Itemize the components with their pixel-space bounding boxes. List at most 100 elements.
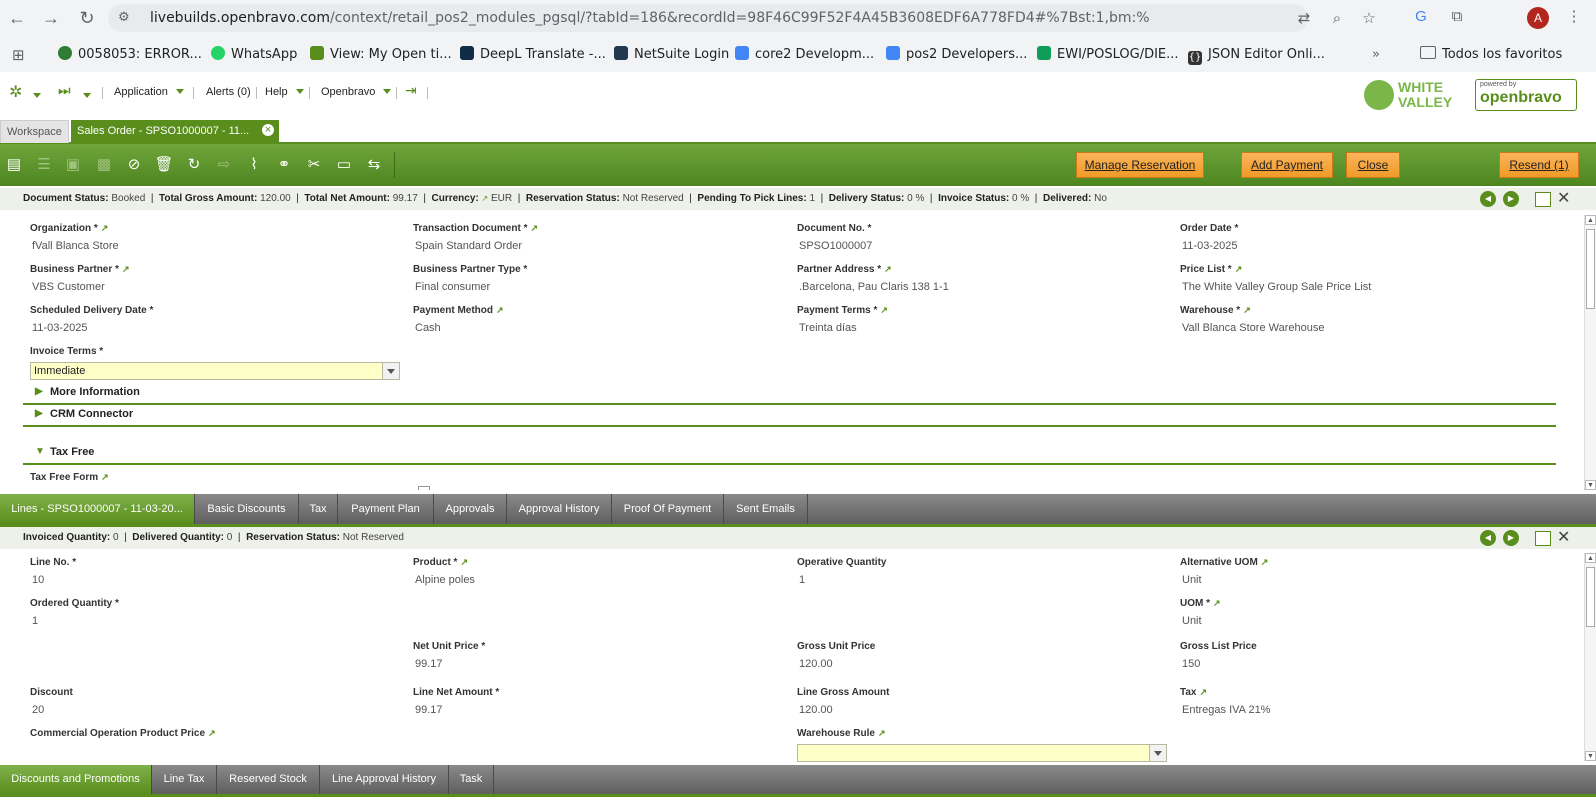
link-icon[interactable]: ↗ — [122, 264, 130, 274]
tax-field[interactable]: Entregas IVA 21% — [1182, 704, 1270, 716]
link-icon[interactable]: ↗ — [1235, 264, 1243, 274]
scroll-down-icon[interactable]: ▼ — [1585, 480, 1596, 490]
scroll-thumb[interactable] — [1586, 567, 1595, 627]
chevron-down-icon[interactable] — [382, 363, 399, 379]
profile-avatar[interactable]: A — [1527, 7, 1549, 29]
bookmark-item[interactable]: core2 Developm... — [735, 45, 874, 65]
extensions-icon[interactable]: ⧉ — [1446, 6, 1468, 28]
link-icon[interactable]: ↗ — [1261, 557, 1269, 567]
tab-reserved-stock[interactable]: Reserved Stock — [217, 765, 320, 794]
tab-sent-emails[interactable]: Sent Emails — [724, 494, 808, 524]
link-icon[interactable]: ↗ — [1213, 598, 1221, 608]
logout-icon[interactable]: ⇥ — [405, 82, 417, 99]
link-icon[interactable]: ↗ — [880, 305, 888, 315]
link-icon[interactable]: ↗ — [460, 557, 468, 567]
help-menu[interactable]: Help — [265, 86, 304, 98]
resend-button[interactable]: Resend (1) — [1499, 152, 1579, 178]
link-icon[interactable]: ↗ — [482, 194, 489, 203]
link-icon[interactable]: ↗ — [208, 728, 216, 738]
transaction-document-field[interactable]: Spain Standard Order — [415, 240, 522, 252]
all-bookmarks[interactable]: Todos los favoritos — [1442, 45, 1562, 65]
close-order-button[interactable]: Close — [1346, 152, 1400, 178]
scroll-up-icon[interactable]: ▲ — [1585, 553, 1596, 563]
previous-record-icon[interactable]: ◀ — [1480, 530, 1496, 546]
bookmark-item[interactable]: NetSuite Login — [614, 45, 729, 65]
star-icon[interactable]: ☆ — [1358, 7, 1380, 29]
recent-views-dropdown[interactable] — [83, 88, 91, 102]
new-document-icon[interactable]: ▤ — [3, 154, 25, 176]
print-icon[interactable]: ▭ — [333, 154, 355, 176]
next-record-icon[interactable]: ▶ — [1503, 530, 1519, 546]
tab-line-approval-history[interactable]: Line Approval History — [320, 765, 449, 794]
refresh-icon[interactable]: ↻ — [183, 154, 205, 176]
tab-line-tax[interactable]: Line Tax — [152, 765, 217, 794]
gross-list-price-field[interactable]: 150 — [1182, 658, 1200, 670]
tab-approval-history[interactable]: Approval History — [507, 494, 612, 524]
link-icon[interactable]: ↗ — [878, 728, 886, 738]
more-bookmarks-icon[interactable]: » — [1372, 45, 1380, 65]
bookmark-item[interactable]: pos2 Developers... — [886, 45, 1027, 65]
forward-icon[interactable]: → — [39, 6, 63, 30]
add-payment-button[interactable]: Add Payment — [1241, 152, 1333, 178]
new-row-icon[interactable]: ☰ — [33, 154, 55, 176]
link-icon[interactable]: ↗ — [496, 305, 504, 315]
bookmark-item[interactable]: EWI/POSLOG/DIE... — [1037, 45, 1179, 65]
scheduled-delivery-date-field[interactable]: 11-03-2025 — [32, 322, 87, 334]
tab-proof-of-payment[interactable]: Proof Of Payment — [612, 494, 724, 524]
undo-icon[interactable]: ⊘ — [123, 154, 145, 176]
order-date-field[interactable]: 11-03-2025 — [1182, 240, 1237, 252]
line-no-field[interactable]: 10 — [32, 574, 44, 586]
link-icon[interactable]: ↗ — [1200, 687, 1208, 697]
link-icon[interactable]: ⚭ — [273, 154, 295, 176]
maximize-icon[interactable] — [1535, 192, 1551, 207]
scroll-thumb[interactable] — [1586, 229, 1595, 309]
ordered-quantity-field[interactable]: 1 — [32, 615, 38, 627]
link-icon[interactable]: ↗ — [884, 264, 892, 274]
site-info-icon[interactable]: ⚙ — [118, 4, 130, 32]
warehouse-field[interactable]: Vall Blanca Store Warehouse — [1182, 322, 1324, 334]
apps-icon[interactable]: ⊞ — [12, 45, 25, 65]
back-icon[interactable]: ← — [5, 6, 29, 30]
delete-icon[interactable]: 🗑 — [153, 154, 175, 176]
quick-launch-dropdown[interactable] — [33, 88, 41, 102]
tab-tax[interactable]: Tax — [299, 494, 338, 524]
link-icon[interactable]: ↗ — [101, 223, 109, 233]
tools-icon[interactable]: ✂ — [303, 154, 325, 176]
alternative-uom-field[interactable]: Unit — [1182, 574, 1202, 586]
invoice-terms-select[interactable]: Immediate — [30, 362, 400, 380]
line-net-amount-field[interactable]: 99.17 — [415, 704, 443, 716]
section-more-information[interactable]: ▶ More Information — [23, 383, 1556, 405]
link-icon[interactable]: ↗ — [530, 223, 538, 233]
url-text[interactable]: livebuilds.openbravo.com/context/retail_… — [150, 4, 1150, 32]
partner-address-field[interactable]: .Barcelona, Pau Claris 138 1-1 — [799, 281, 949, 293]
scroll-down-icon[interactable]: ▼ — [1585, 751, 1596, 761]
quick-launch-icon[interactable]: ✲ — [9, 82, 22, 102]
scroll-up-icon[interactable]: ▲ — [1585, 215, 1596, 225]
save-close-icon[interactable]: ▩ — [93, 154, 115, 176]
more-menu-icon[interactable]: ⋮ — [1563, 6, 1585, 28]
tab-lines[interactable]: Lines - SPSO1000007 - 11-03-20... — [0, 494, 195, 524]
zoom-icon[interactable]: ⌕ — [1326, 7, 1348, 29]
bookmark-item[interactable]: WhatsApp — [211, 45, 297, 65]
maximize-icon[interactable] — [1535, 531, 1551, 546]
section-crm-connector[interactable]: ▶ CRM Connector — [23, 405, 1556, 427]
tab-payment-plan[interactable]: Payment Plan — [338, 494, 434, 524]
bookmark-item[interactable]: 0058053: ERROR... — [58, 45, 202, 65]
bookmark-item[interactable]: {} JSON Editor Onli... — [1188, 45, 1325, 65]
tab-approvals[interactable]: Approvals — [434, 494, 507, 524]
price-list-field[interactable]: The White Valley Group Sale Price List — [1182, 281, 1371, 293]
payment-terms-field[interactable]: Treinta días — [799, 322, 857, 334]
business-partner-field[interactable]: VBS Customer — [32, 281, 105, 293]
chevron-down-icon[interactable] — [1149, 745, 1166, 761]
section-tax-free[interactable]: ▼ Tax Free — [23, 443, 1556, 465]
address-bar[interactable]: ⚙ livebuilds.openbravo.com/context/retai… — [108, 4, 1376, 32]
gross-unit-price-field[interactable]: 120.00 — [799, 658, 833, 670]
application-menu[interactable]: Application — [114, 86, 184, 98]
link-icon[interactable]: ↗ — [1243, 305, 1251, 315]
attachment-icon[interactable]: ⌇ — [243, 154, 265, 176]
uom-field[interactable]: Unit — [1182, 615, 1202, 627]
save-icon[interactable]: ▣ — [62, 154, 84, 176]
manage-reservation-button[interactable]: Manage Reservation — [1076, 152, 1204, 178]
translate-icon[interactable]: ⇄ — [1293, 7, 1315, 29]
close-tab-icon[interactable]: × — [262, 124, 274, 136]
